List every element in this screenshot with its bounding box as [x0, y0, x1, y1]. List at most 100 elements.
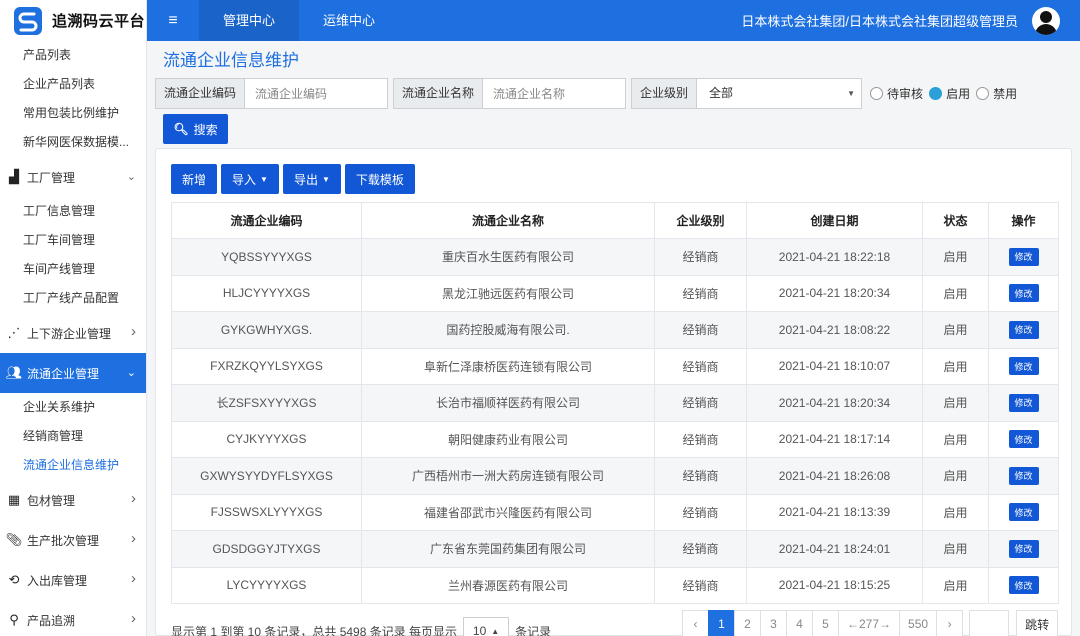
- column-header[interactable]: 流通企业编码: [171, 202, 362, 239]
- chevron-down-icon: ⌄: [126, 367, 136, 379]
- table-row[interactable]: GYKGWHYXGS. 国药控股威海有限公司. 经销商 2021-04-21 18:0…: [171, 311, 1059, 349]
- cell-name: 国药控股威海有限公司.: [361, 311, 655, 349]
- table-row[interactable]: 长ZSFSXYYYXGS 长治市福顺祥医药有限公司 经销商 2021-04-21 18…: [171, 384, 1059, 422]
- column-header[interactable]: 企业级别: [654, 202, 747, 239]
- logo[interactable]: 追溯码云平台: [0, 0, 146, 41]
- sidebar-subitem[interactable]: 工厂信息管理: [0, 197, 146, 226]
- page-jump-input[interactable]: [969, 610, 1010, 636]
- cell-date: 2021-04-21 18:10:07: [746, 347, 923, 385]
- page-jump-button[interactable]: 跳转: [1016, 610, 1059, 636]
- sidebar-group[interactable]: 👥︎ 流通企业管理 ⌄: [0, 353, 146, 393]
- table-row[interactable]: YQBSSYYYXGS 重庆百水生医药有限公司 经销商 2021-04-21 18:2…: [171, 238, 1059, 276]
- page-button[interactable]: 4: [786, 610, 813, 636]
- chevron-right-icon: ›: [131, 530, 136, 547]
- edit-button[interactable]: 修改: [1008, 284, 1039, 303]
- current-user[interactable]: 日本株式会社集团/日本株式会社集团超级管理员: [741, 11, 1018, 30]
- radio-circle-icon[interactable]: [976, 87, 990, 100]
- table-row[interactable]: GXWYSYYDYFLSYXGS 广西梧州市一洲大药房连锁有限公司 经销商 2021-…: [171, 457, 1059, 495]
- sidebar-subitem[interactable]: 新华网医保数据模...: [0, 128, 146, 157]
- edit-button[interactable]: 修改: [1008, 247, 1039, 266]
- add-button-label: 新增: [182, 172, 207, 187]
- page-button[interactable]: 2: [734, 610, 761, 636]
- chevron-right-icon: ›: [131, 323, 136, 340]
- next-page-button[interactable]: ›: [936, 610, 964, 636]
- column-header[interactable]: 创建日期: [746, 202, 923, 239]
- sidebar-subitem[interactable]: 产品列表: [0, 41, 146, 70]
- status-radio[interactable]: 启用: [929, 85, 970, 102]
- chevron-right-icon: ›: [131, 570, 136, 587]
- sidebar-subitem[interactable]: 经销商管理: [0, 422, 146, 451]
- column-header[interactable]: 状态: [922, 202, 989, 239]
- sidebar-subitem[interactable]: 工厂车间管理: [0, 226, 146, 255]
- radio-circle-icon[interactable]: [929, 87, 943, 100]
- page-button[interactable]: 1: [708, 610, 735, 636]
- edit-button[interactable]: 修改: [1008, 466, 1039, 485]
- sidebar-group[interactable]: ▦ 包材管理 ›: [0, 480, 146, 520]
- table-row[interactable]: CYJKYYYXGS 朝阳健康药业有限公司 经销商 2021-04-21 18:17:…: [171, 420, 1059, 458]
- edit-button[interactable]: 修改: [1008, 357, 1039, 376]
- edit-button[interactable]: 修改: [1008, 393, 1039, 412]
- avatar[interactable]: [1032, 6, 1060, 35]
- sidebar-group[interactable]: ⟲ 入出库管理 ›: [0, 560, 146, 600]
- edit-button[interactable]: 修改: [1008, 539, 1039, 558]
- level-filter-label: 企业级别: [632, 79, 698, 108]
- table-row[interactable]: HLJCYYYYXGS 黑龙江驰远医药有限公司 经销商 2021-04-21 18:2…: [171, 274, 1059, 312]
- table-row[interactable]: GDSDGGYJTYXGS 广东省东莞国药集团有限公司 经销商 2021-04-21 …: [171, 530, 1059, 568]
- cell-status: 启用: [922, 238, 989, 276]
- search-button[interactable]: 🔍︎ 搜索: [163, 114, 228, 144]
- status-radio[interactable]: 禁用: [976, 85, 1017, 102]
- page-button[interactable]: 3: [760, 610, 787, 636]
- cell-date: 2021-04-21 18:24:01: [746, 530, 923, 568]
- cell-level: 经销商: [654, 566, 747, 604]
- sidebar-subitem[interactable]: 工厂产线产品配置: [0, 284, 146, 313]
- sidebar-group[interactable]: 📎︎ 生产批次管理 ›: [0, 520, 146, 560]
- sidebar-subitem[interactable]: 常用包装比例维护: [0, 99, 146, 128]
- export-button[interactable]: 导出 ▼: [282, 164, 341, 194]
- status-radio[interactable]: 待审核: [870, 85, 923, 102]
- filter-bar: 流通企业编码 流通企业名称 企业级别 全部 ▼ 待审核 启用 禁用: [155, 78, 1023, 109]
- sidebar-group[interactable]: ⚲ 产品追溯 ›: [0, 600, 146, 636]
- edit-button[interactable]: 修改: [1008, 430, 1039, 449]
- name-filter-input[interactable]: [483, 79, 626, 108]
- cell-status: 启用: [922, 311, 989, 349]
- sidebar-subitem[interactable]: 车间产线管理: [0, 255, 146, 284]
- sidebar-group-label: 上下游企业管理: [27, 326, 112, 341]
- cell-code: HLJCYYYYXGS: [171, 274, 362, 312]
- column-header[interactable]: 操作: [988, 202, 1059, 239]
- column-header[interactable]: 流通企业名称: [361, 202, 655, 239]
- add-button[interactable]: 新增: [171, 164, 218, 194]
- page-button[interactable]: 550: [899, 610, 938, 636]
- code-filter-input[interactable]: [245, 79, 388, 108]
- users-icon: 👥︎: [5, 365, 23, 380]
- top-tab[interactable]: 运维中心: [299, 0, 399, 41]
- sidebar-subitem[interactable]: 企业产品列表: [0, 70, 146, 99]
- cell-action: 修改: [988, 274, 1059, 312]
- prev-page-button[interactable]: ‹: [682, 610, 709, 636]
- edit-button[interactable]: 修改: [1008, 503, 1039, 522]
- page-button[interactable]: 5: [812, 610, 839, 636]
- import-button[interactable]: 导入 ▼: [221, 164, 279, 194]
- cell-code: GXWYSYYDYFLSYXGS: [171, 457, 362, 495]
- sync-icon: ⟲: [8, 572, 20, 587]
- download-template-button[interactable]: 下载模板: [344, 164, 415, 194]
- cell-level: 经销商: [654, 493, 747, 531]
- edit-button[interactable]: 修改: [1008, 320, 1039, 339]
- table-row[interactable]: LYCYYYYXGS 兰州春源医药有限公司 经销商 2021-04-21 18:15:…: [171, 566, 1059, 604]
- sidebar-group[interactable]: ⋰ 上下游企业管理 ›: [0, 313, 146, 353]
- page-button[interactable]: ←277→: [838, 610, 901, 636]
- level-filter-select[interactable]: 全部 ▼: [697, 79, 861, 108]
- cell-code: 长ZSFSXYYYXGS: [171, 384, 362, 422]
- menu-toggle-icon[interactable]: ≡: [147, 12, 199, 30]
- table-row[interactable]: FJSSWSXLYYYXGS 福建省邵武市兴隆医药有限公司 经销商 2021-04-2…: [171, 493, 1059, 531]
- level-filter: 企业级别 全部 ▼: [631, 78, 863, 109]
- cell-date: 2021-04-21 18:15:25: [746, 566, 923, 604]
- edit-button[interactable]: 修改: [1008, 576, 1039, 595]
- radio-circle-icon[interactable]: [870, 87, 884, 100]
- table-row[interactable]: FXRZKQYYLSYXGS 阜新仁泽康桥医药连锁有限公司 经销商 2021-04-2…: [171, 347, 1059, 385]
- sidebar-group[interactable]: ▟ 工厂管理 ⌄: [0, 157, 146, 197]
- top-tab[interactable]: 管理中心: [199, 0, 300, 41]
- sidebar-subitem[interactable]: 企业关系维护: [0, 393, 146, 422]
- page-size-select[interactable]: 10 ▲: [463, 617, 510, 636]
- cell-level: 经销商: [654, 530, 747, 568]
- sidebar-subitem[interactable]: 流通企业信息维护: [0, 451, 146, 480]
